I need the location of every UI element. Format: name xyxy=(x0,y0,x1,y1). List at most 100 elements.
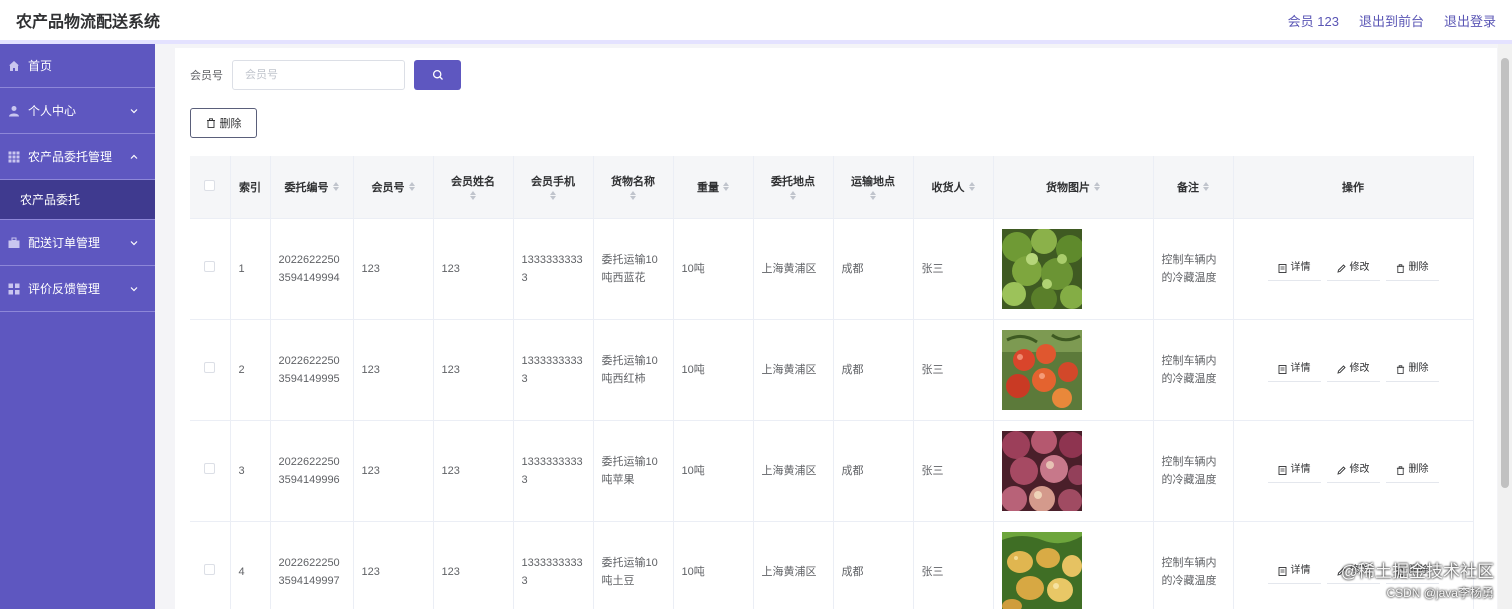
user-icon xyxy=(8,105,20,117)
cell-order-no: 20226222503594149994 xyxy=(270,218,354,320)
detail-button[interactable]: 详情 xyxy=(1267,459,1321,483)
cell-order-no: 20226222503594149996 xyxy=(270,420,354,522)
row-checkbox[interactable] xyxy=(204,563,216,575)
th-member-no[interactable]: 会员号 xyxy=(353,156,434,219)
search-form: 会员号 xyxy=(190,60,461,90)
sidebar-item-feedback-mgmt[interactable]: 评价反馈管理 xyxy=(0,266,155,312)
sidebar-subitem-produce-entrust[interactable]: 农产品委托 xyxy=(0,180,155,220)
member-no-search-input[interactable] xyxy=(232,60,405,90)
th-weight[interactable]: 重量 xyxy=(673,156,754,219)
watermark-line-2: CSDN @java李杨勇 xyxy=(1386,586,1494,600)
batch-delete-button[interactable]: 删除 xyxy=(190,108,257,138)
vertical-scrollbar[interactable] xyxy=(1498,44,1512,609)
row-select-cell xyxy=(190,218,231,320)
search-icon xyxy=(432,69,443,80)
back-to-front-link[interactable]: 退出到前台 xyxy=(1359,11,1424,30)
th-member-phone[interactable]: 会员手机 xyxy=(513,156,594,219)
cell-destination: 成都 xyxy=(833,319,914,421)
cell-origin: 上海黄浦区 xyxy=(753,319,834,421)
cell-member-no: 123 xyxy=(353,521,434,609)
delete-button[interactable]: 删除 xyxy=(1385,358,1439,382)
edit-button[interactable]: 修改 xyxy=(1326,358,1380,382)
cell-receiver: 张三 xyxy=(913,319,994,421)
row-select-cell xyxy=(190,420,231,522)
tomato-image xyxy=(1001,329,1082,410)
scrollbar-thumb[interactable] xyxy=(1501,58,1509,488)
th-origin[interactable]: 委托地点 xyxy=(753,156,834,219)
sort-icon[interactable] xyxy=(790,191,796,201)
row-select-cell xyxy=(190,521,231,609)
row-checkbox[interactable] xyxy=(204,462,216,474)
select-all-checkbox[interactable] xyxy=(204,179,216,191)
sort-icon[interactable] xyxy=(470,191,476,201)
select-all-cell xyxy=(190,156,231,219)
edit-button[interactable]: 修改 xyxy=(1326,257,1380,281)
th-order-no[interactable]: 委托编号 xyxy=(270,156,354,219)
cell-member-phone: 13333333333 xyxy=(513,218,594,320)
search-button[interactable] xyxy=(414,60,461,90)
sort-icon[interactable] xyxy=(630,191,636,201)
cell-receiver: 张三 xyxy=(913,218,994,320)
cell-actions: 详情 修改 删除 xyxy=(1233,420,1474,522)
th-receiver[interactable]: 收货人 xyxy=(913,156,994,219)
sort-icon[interactable] xyxy=(1203,182,1209,192)
document-icon xyxy=(1278,364,1286,374)
delete-button[interactable]: 删除 xyxy=(1385,459,1439,483)
pencil-icon xyxy=(1336,465,1346,475)
member-link[interactable]: 会员 123 xyxy=(1288,11,1339,30)
batch-delete-label: 删除 xyxy=(219,118,242,130)
detail-button[interactable]: 详情 xyxy=(1267,257,1321,281)
logout-link[interactable]: 退出登录 xyxy=(1444,11,1496,30)
top-links: 会员 123 退出到前台 退出登录 xyxy=(1288,11,1496,30)
cell-receiver: 张三 xyxy=(913,521,994,609)
detail-button[interactable]: 详情 xyxy=(1267,358,1321,382)
cell-goods-name: 委托运输10吨西红柿 xyxy=(593,319,674,421)
sort-icon[interactable] xyxy=(968,182,975,192)
cell-goods-name: 委托运输10吨土豆 xyxy=(593,521,674,609)
trash-icon xyxy=(1396,263,1404,273)
sidebar-item-label: 配送订单管理 xyxy=(28,236,101,250)
pencil-icon xyxy=(1336,364,1346,374)
sidebar-item-label: 个人中心 xyxy=(28,104,77,118)
apps-icon xyxy=(8,283,20,295)
table-row: 3 20226222503594149996 123 123 133333333… xyxy=(190,420,1474,522)
row-checkbox[interactable] xyxy=(204,260,216,272)
cell-origin: 上海黄浦区 xyxy=(753,521,834,609)
sidebar-item-delivery-order-mgmt[interactable]: 配送订单管理 xyxy=(0,220,155,266)
cell-image xyxy=(993,521,1154,609)
sidebar-item-home[interactable]: 首页 xyxy=(0,44,155,88)
th-goods-name[interactable]: 货物名称 xyxy=(593,156,674,219)
detail-button[interactable]: 详情 xyxy=(1267,560,1321,584)
sidebar-item-produce-entrust-mgmt[interactable]: 农产品委托管理 xyxy=(0,134,155,180)
sort-icon[interactable] xyxy=(1094,182,1100,192)
chevron-up-icon xyxy=(130,154,138,159)
cell-order-no: 20226222503594149995 xyxy=(270,319,354,421)
cell-weight: 10吨 xyxy=(673,521,754,609)
th-member-name[interactable]: 会员姓名 xyxy=(433,156,514,219)
data-table: 索引 委托编号 会员号 会员姓名 会员手机 货物名称 重量 委托地点 运输地点 … xyxy=(190,156,1474,609)
row-select-cell xyxy=(190,319,231,421)
table-row: 4 20226222503594149997 123 123 133333333… xyxy=(190,521,1474,609)
delete-button[interactable]: 删除 xyxy=(1385,257,1439,281)
watermark-line-1: @稀土掘金技术社区 xyxy=(1340,562,1494,581)
th-destination[interactable]: 运输地点 xyxy=(833,156,914,219)
table-header-row: 索引 委托编号 会员号 会员姓名 会员手机 货物名称 重量 委托地点 运输地点 … xyxy=(190,156,1474,219)
sidebar-item-personal-center[interactable]: 个人中心 xyxy=(0,88,155,134)
row-checkbox[interactable] xyxy=(204,361,216,373)
th-image[interactable]: 货物图片 xyxy=(993,156,1154,219)
sort-icon[interactable] xyxy=(870,191,876,201)
cell-member-no: 123 xyxy=(353,420,434,522)
sort-icon[interactable] xyxy=(550,191,556,201)
cell-member-name: 123 xyxy=(433,218,514,320)
sidebar: 首页 个人中心 农产品委托管理 农产品委托 配送订单管理 评价反馈管理 xyxy=(0,44,155,609)
th-remark[interactable]: 备注 xyxy=(1153,156,1234,219)
sort-icon[interactable] xyxy=(723,182,729,192)
home-icon xyxy=(8,60,20,72)
sort-icon[interactable] xyxy=(408,182,415,192)
edit-button[interactable]: 修改 xyxy=(1326,459,1380,483)
cell-index: 4 xyxy=(230,521,271,609)
chevron-down-icon xyxy=(130,108,138,113)
sort-icon[interactable] xyxy=(332,182,339,192)
cell-image xyxy=(993,218,1154,320)
trash-icon xyxy=(206,118,215,128)
